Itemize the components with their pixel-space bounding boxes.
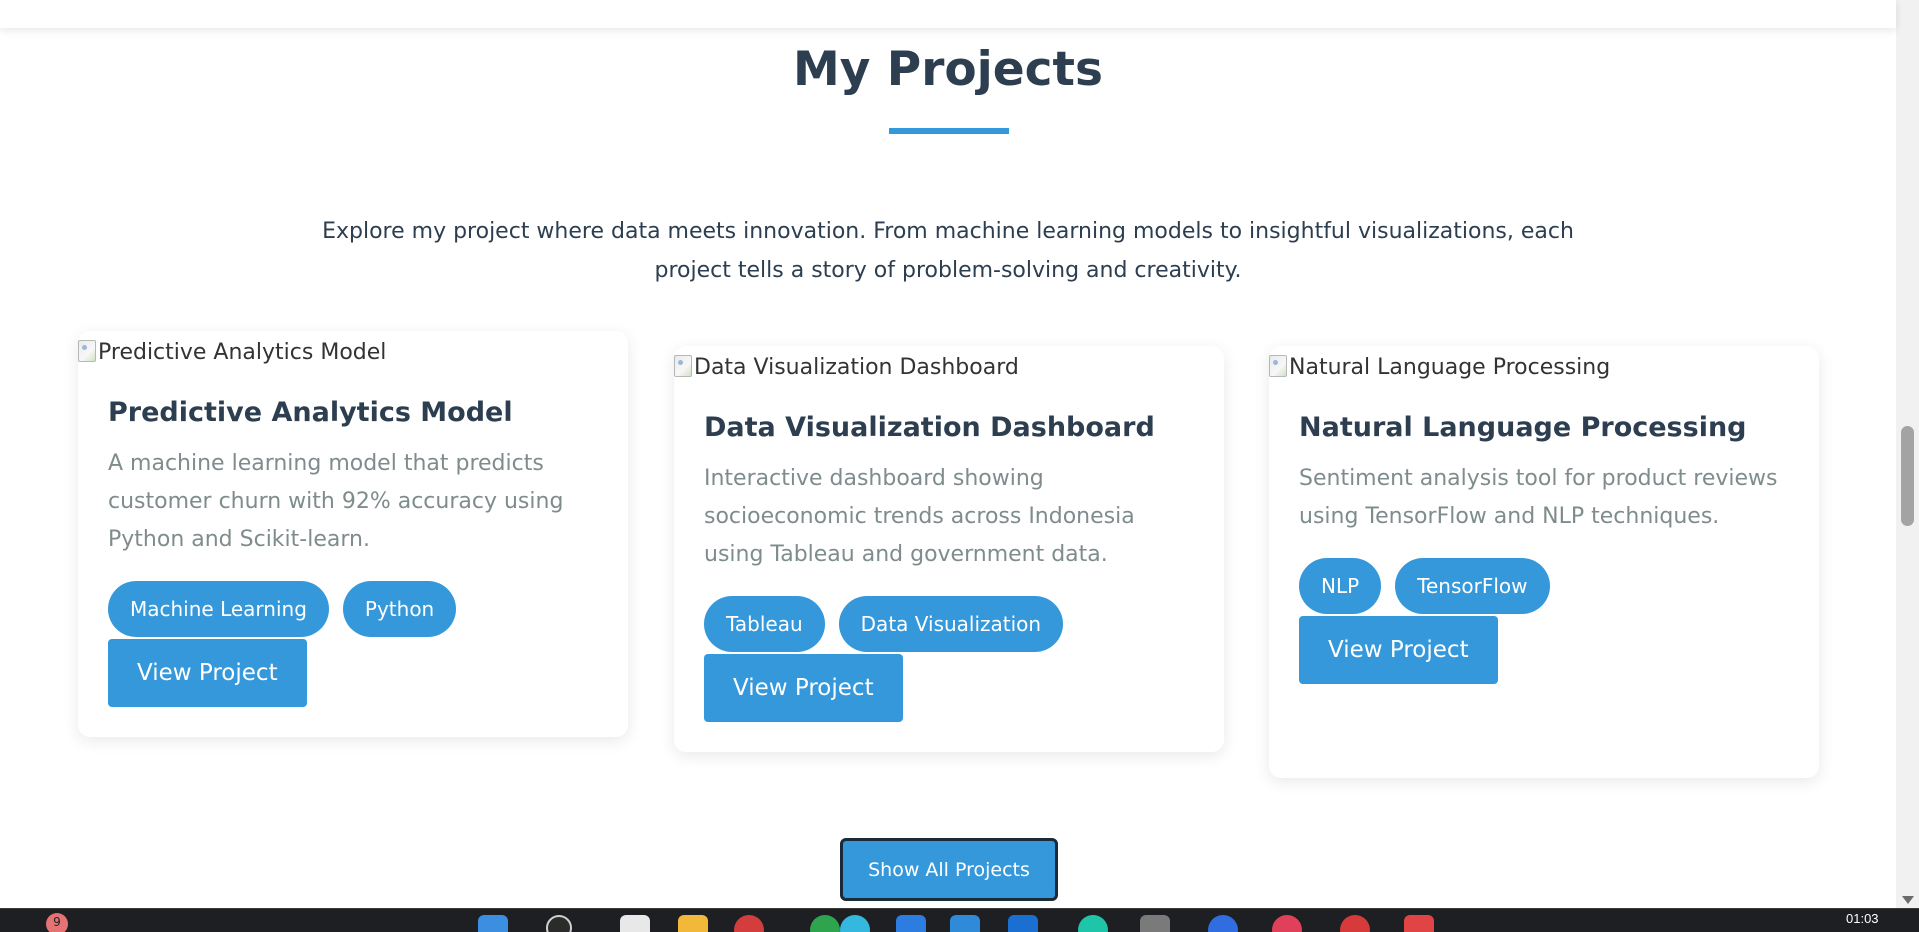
app-icon[interactable] [1340,915,1370,932]
project-tag: Data Visualization [838,596,1064,652]
project-description: Interactive dashboard showing socioecono… [704,466,1135,567]
project-image-alt: Natural Language Processing [1289,355,1611,380]
chrome-icon[interactable] [810,915,840,932]
header-bar [0,0,1896,28]
notification-badge[interactable]: 9 [46,913,68,932]
project-tags: NLP TensorFlow [1299,558,1789,614]
project-tag: Tableau [704,596,825,652]
calendar-icon[interactable] [1404,915,1434,932]
os-taskbar: 9 01:03 [0,908,1919,932]
broken-image-icon [1269,355,1287,377]
app-icon[interactable] [840,915,870,932]
project-card-data-visualization: Data Visualization Dashboard Data Visual… [674,346,1224,752]
view-project-button[interactable]: View Project [1299,616,1498,684]
project-tag: TensorFlow [1395,558,1550,614]
project-tags: Machine Learning Python [108,581,598,637]
page: My Projects Explore my project where dat… [0,0,1919,932]
vertical-scrollbar[interactable] [1896,0,1919,908]
app-icon[interactable] [950,915,980,932]
section-intro: Explore my project where data meets inno… [322,219,1574,283]
project-image: Predictive Analytics Model [78,331,628,369]
project-description: A machine learning model that predicts c… [108,451,564,552]
start-menu-icon[interactable] [478,915,508,932]
project-tag: Python [342,581,457,637]
project-tag: NLP [1299,558,1382,614]
task-view-icon[interactable] [620,915,650,932]
app-icon[interactable] [1272,915,1302,932]
vscode-icon[interactable] [896,915,926,932]
broken-image-icon [78,340,96,362]
project-description: Sentiment analysis tool for product revi… [1299,466,1778,529]
project-image: Data Visualization Dashboard [674,346,1224,384]
app-icon[interactable] [1208,915,1238,932]
show-all-projects-button[interactable]: Show All Projects [840,838,1058,901]
project-title: Data Visualization Dashboard [704,412,1155,443]
project-title: Predictive Analytics Model [108,397,513,428]
section-title: My Projects [793,42,1103,97]
project-tag: Machine Learning [108,581,329,637]
app-icon[interactable] [1078,915,1108,932]
project-image-alt: Predictive Analytics Model [98,340,387,365]
scrollbar-thumb[interactable] [1901,426,1914,526]
project-tags: Tableau Data Visualization [704,596,1194,652]
title-underline [889,128,1009,134]
app-icon[interactable] [1140,915,1170,932]
system-clock[interactable]: 01:03 [1846,911,1879,926]
view-project-button[interactable]: View Project [704,654,903,722]
file-explorer-icon[interactable] [678,915,708,932]
project-image-alt: Data Visualization Dashboard [694,355,1019,380]
project-title: Natural Language Processing [1299,412,1747,443]
project-image: Natural Language Processing [1269,346,1819,384]
broken-image-icon [674,355,692,377]
project-card-nlp: Natural Language Processing Natural Lang… [1269,346,1819,778]
search-icon[interactable] [546,915,572,932]
project-card-predictive-analytics: Predictive Analytics Model Predictive An… [78,331,628,737]
browser-icon[interactable] [734,915,764,932]
scroll-down-arrow-icon[interactable] [1902,896,1914,904]
app-icon[interactable] [1008,915,1038,932]
view-project-button[interactable]: View Project [108,639,307,707]
